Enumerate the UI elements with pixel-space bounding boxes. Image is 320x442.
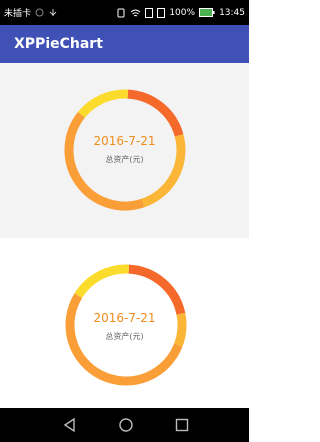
donut-2-slice-1 [128, 264, 186, 315]
chart-panel-2: 2016-7-21 总资产(元) [0, 238, 249, 408]
signal-icon-1 [145, 7, 154, 18]
status-bar: 未插卡 100% 13:45 [0, 0, 249, 25]
home-circle-icon[interactable] [118, 417, 134, 433]
center-date-1: 2016-7-21 [93, 134, 156, 148]
donut-1-slice-4 [77, 89, 129, 118]
app-title: XPPieChart [14, 36, 103, 52]
donut-chart-1 [64, 89, 186, 211]
battery-icon [199, 8, 215, 17]
clock: 13:45 [219, 7, 245, 18]
back-triangle-icon[interactable] [62, 417, 78, 433]
usb-icon [49, 9, 57, 16]
nav-bar [0, 408, 249, 442]
wifi-icon [130, 9, 141, 16]
carrier-text: 未插卡 [4, 9, 32, 19]
app-bar: XPPieChart [0, 25, 249, 63]
signal-icon-2 [157, 7, 166, 18]
center-subtitle-2: 总资产(元) [105, 332, 144, 341]
center-subtitle-1: 总资产(元) [105, 155, 144, 164]
status-left: 未插卡 [4, 6, 58, 19]
recents-square-icon[interactable] [174, 417, 190, 433]
vibrate-icon [117, 8, 125, 17]
donut-1-slice-1 [127, 89, 184, 137]
battery-percent: 100% [169, 7, 196, 18]
status-right: 100% 13:45 [116, 7, 245, 18]
sim-icon [35, 8, 44, 17]
donut-2-slice-4 [74, 264, 130, 299]
chart-panel-1: 2016-7-21 总资产(元) [0, 63, 249, 238]
center-date-2: 2016-7-21 [93, 311, 156, 325]
